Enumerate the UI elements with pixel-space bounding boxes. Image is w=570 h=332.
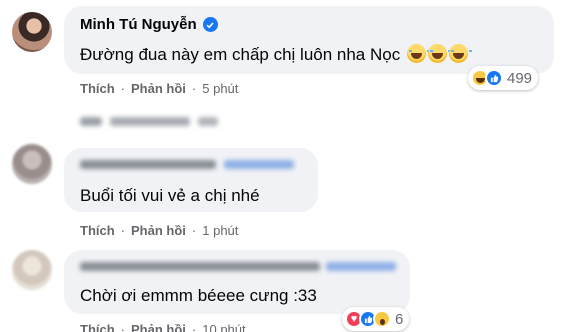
reaction-summary[interactable]: ♥ 6 [342, 307, 410, 331]
blurred-author-name [80, 262, 320, 271]
laugh-tears-icon [427, 44, 451, 63]
comment-timestamp[interactable]: 5 phút [202, 81, 238, 96]
comment-actions: Thích · Phản hồi · 10 phút [80, 322, 246, 332]
like-button[interactable]: Thích [80, 322, 115, 332]
comment-timestamp[interactable]: 1 phút [202, 223, 238, 238]
reply-button[interactable]: Phản hồi [131, 223, 186, 238]
separator-dot: · [120, 223, 126, 238]
comment-text: Buổi tối vui vẻ a chị nhé [80, 186, 260, 205]
comment-bubble: Chời ơi emmm béeee cưng :33 [64, 250, 410, 314]
separator-dot: · [191, 223, 197, 238]
blurred-author-name [80, 160, 216, 169]
comment-text: Đường đua này em chấp chị luôn nha Nọc [80, 44, 472, 65]
comment-text: Chời ơi emmm béeee cưng :33 [80, 286, 317, 305]
separator-dot: · [191, 322, 197, 332]
blurred-reply-preview [80, 117, 218, 126]
reaction-summary[interactable]: 499 [468, 66, 539, 90]
commenter-avatar[interactable] [12, 144, 52, 184]
blurred-tag [326, 262, 396, 271]
comment-bubble: Buổi tối vui vẻ a chị nhé [64, 148, 318, 212]
like-reaction-icon [485, 69, 503, 87]
comment-timestamp[interactable]: 10 phút [202, 322, 245, 332]
blurred-tag [224, 160, 294, 169]
reaction-count: 6 [395, 310, 404, 328]
laugh-tears-icon [448, 44, 472, 63]
comment-author[interactable]: Minh Tú Nguyễn [80, 16, 197, 33]
commenter-avatar[interactable] [12, 12, 52, 52]
separator-dot: · [120, 81, 126, 96]
like-button[interactable]: Thích [80, 223, 115, 238]
reply-button[interactable]: Phản hồi [131, 81, 186, 96]
comment-actions: Thích · Phản hồi · 5 phút [80, 81, 238, 96]
reply-button[interactable]: Phản hồi [131, 322, 186, 332]
like-button[interactable]: Thích [80, 81, 115, 96]
comment-bubble: Minh Tú Nguyễn Đường đua này em chấp chị… [64, 6, 554, 74]
separator-dot: · [191, 81, 197, 96]
laugh-tears-icon [406, 44, 430, 63]
reaction-count: 499 [507, 69, 533, 87]
comment-actions: Thích · Phản hồi · 1 phút [80, 223, 238, 238]
verified-badge-icon [202, 17, 218, 32]
separator-dot: · [120, 322, 126, 332]
commenter-avatar[interactable] [12, 250, 52, 290]
wow-reaction-icon [373, 310, 391, 328]
